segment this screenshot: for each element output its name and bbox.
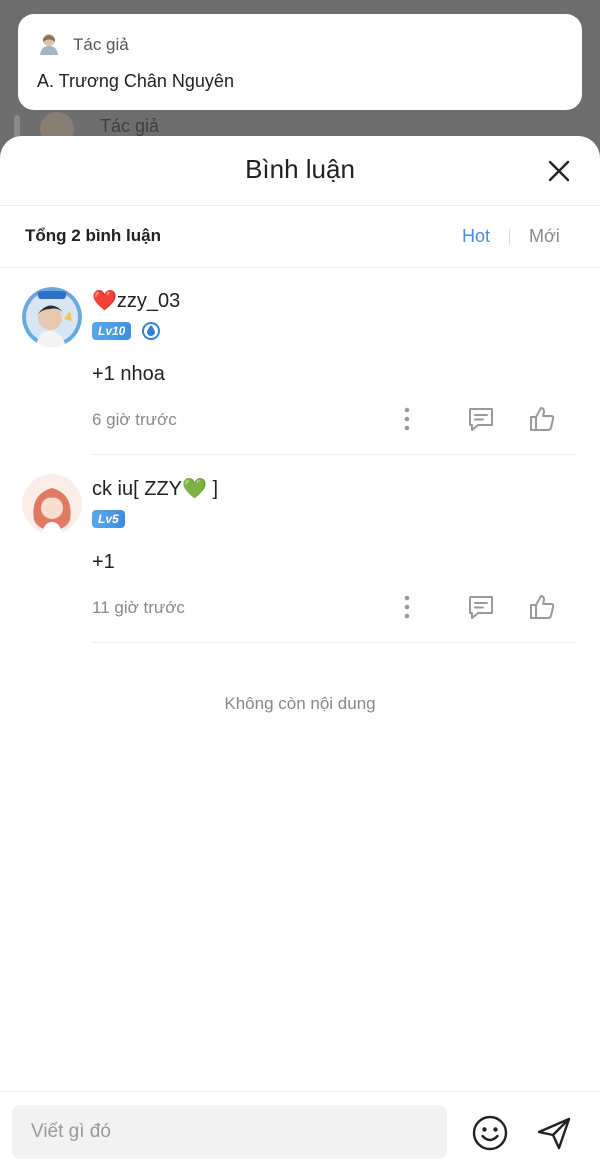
comment-author-name[interactable]: ❤️zzy_03: [92, 288, 180, 313]
comment-time: 6 giờ trước: [92, 410, 177, 429]
comments-sheet: Bình luận Tổng 2 bình luận Hot Mới ❤️zzy…: [0, 136, 600, 1176]
emoji-icon[interactable]: [471, 1114, 509, 1152]
more-options-icon[interactable]: [392, 592, 422, 622]
comment-input-bar: [0, 1091, 600, 1176]
author-name-text: ck iu[ ZZY: [92, 478, 183, 500]
comment-time: 11 giờ trước: [92, 598, 185, 617]
sort-divider: [509, 229, 510, 245]
comments-toolbar: Tổng 2 bình luận Hot Mới: [0, 206, 600, 268]
end-of-content-label: Không còn nội dung: [224, 694, 376, 713]
comment-text: +1 nhoa: [92, 363, 165, 385]
author-card[interactable]: Tác giả A. Trương Chân Nguyên: [18, 14, 582, 110]
sheet-title: Bình luận: [245, 154, 355, 184]
comment-input[interactable]: [12, 1105, 447, 1159]
like-icon[interactable]: [527, 592, 557, 622]
background-author-label: Tác giả: [100, 116, 160, 136]
water-drop-badge-icon: [142, 322, 160, 340]
close-icon[interactable]: [538, 150, 580, 192]
comment-divider: [92, 642, 576, 643]
level-badge: Lv5: [92, 510, 125, 528]
comment-author-name[interactable]: ck iu[ ZZY💚 ]: [92, 476, 218, 501]
heart-emoji: ❤️: [92, 290, 117, 312]
sheet-header: Bình luận: [0, 136, 600, 206]
author-name[interactable]: A. Trương Chân Nguyên: [37, 71, 234, 92]
comment-divider: [92, 454, 576, 455]
comment-item: ❤️zzy_03 Lv10 +1 nhoa 6 giờ trước: [0, 276, 600, 456]
more-options-icon[interactable]: [392, 404, 422, 434]
avatar-image: [22, 474, 82, 534]
reply-icon[interactable]: [466, 404, 496, 434]
level-badge: Lv10: [92, 322, 132, 340]
avatar[interactable]: [22, 287, 82, 347]
send-icon[interactable]: [535, 1114, 573, 1152]
author-label: Tác giả: [73, 35, 129, 54]
comment-count: Tổng 2 bình luận: [25, 226, 161, 245]
like-icon[interactable]: [527, 404, 557, 434]
comment-item: ck iu[ ZZY💚 ] Lv5 +1 11 giờ trước: [0, 464, 600, 644]
avatar[interactable]: [22, 474, 82, 534]
author-name-text: zzy_03: [116, 290, 181, 312]
green-heart-emoji: 💚: [182, 478, 207, 500]
reply-icon[interactable]: [466, 592, 496, 622]
author-name-suffix: ]: [206, 478, 219, 500]
author-icon: [40, 34, 58, 55]
avatar-image: [22, 287, 82, 347]
sort-new-tab[interactable]: Mới: [529, 226, 560, 247]
comment-text: +1: [92, 551, 115, 573]
sort-hot-tab[interactable]: Hot: [462, 226, 490, 247]
comment-input-container[interactable]: [12, 1105, 447, 1159]
